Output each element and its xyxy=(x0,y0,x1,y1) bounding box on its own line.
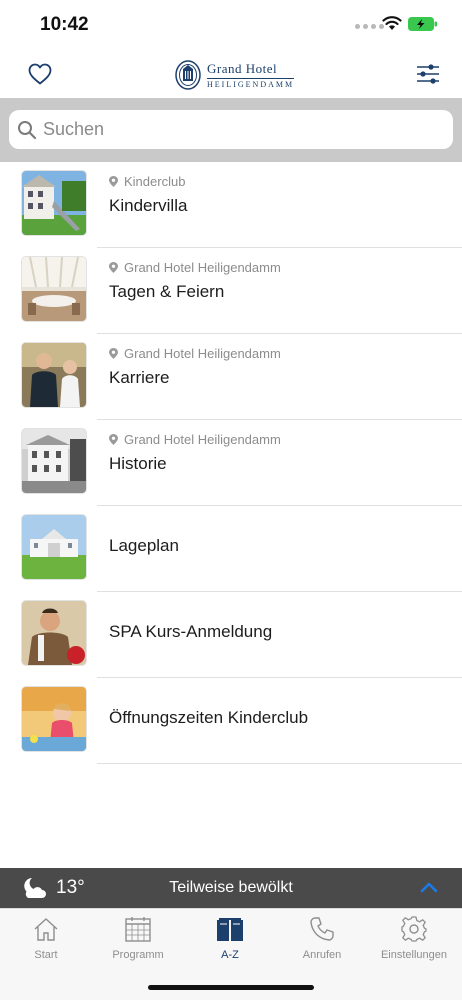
tab-start[interactable]: Start xyxy=(0,915,92,971)
tab-label: A-Z xyxy=(221,949,239,961)
heart-icon[interactable] xyxy=(27,62,53,86)
list-item-spa-kurs[interactable]: SPA Kurs-Anmeldung xyxy=(0,592,462,678)
home-icon xyxy=(34,918,58,941)
phone-icon xyxy=(310,917,334,941)
location-pin-icon xyxy=(109,348,118,359)
tab-label: Programm xyxy=(112,949,164,961)
signal-icon xyxy=(355,24,384,29)
status-bar: 10:42 xyxy=(0,0,462,50)
weather-description: Teilweise bewölkt xyxy=(169,879,293,896)
item-title: Öffnungszeiten Kinderclub xyxy=(109,708,309,727)
thumbnail-karriere xyxy=(22,343,86,407)
search-bar-container xyxy=(0,98,462,162)
app-header: Grand Hotel HEILIGENDAMM xyxy=(0,50,462,98)
item-location: Grand Hotel Heiligendamm xyxy=(109,432,281,447)
tab-einstellungen[interactable]: Einstellungen xyxy=(368,915,460,971)
thumbnail-oeffnungszeiten xyxy=(22,687,86,751)
status-time: 10:42 xyxy=(40,14,89,35)
thumbnail-historie xyxy=(22,429,86,493)
logo-title: Grand Hotel xyxy=(207,60,278,76)
search-icon xyxy=(18,120,37,139)
weather-bar[interactable]: 13° Teilweise bewölkt xyxy=(0,868,462,908)
tab-label: Einstellungen xyxy=(380,949,448,961)
item-title: Lageplan xyxy=(109,536,179,555)
list-item-lageplan[interactable]: Lageplan xyxy=(0,506,462,592)
list-item-kindervilla[interactable]: Kinderclub Kindervilla xyxy=(0,162,462,248)
item-location-label: Grand Hotel Heiligendamm xyxy=(124,346,281,361)
tab-label: Anrufen xyxy=(302,949,342,961)
search-input[interactable] xyxy=(43,119,423,140)
logo-subtitle: HEILIGENDAMM xyxy=(207,77,295,89)
calendar-icon xyxy=(125,917,151,942)
tab-programm[interactable]: Programm xyxy=(92,915,184,971)
thumbnail-tagen-feiern xyxy=(22,257,86,321)
location-pin-icon xyxy=(109,262,118,273)
list-item-oeffnungszeiten[interactable]: Öffnungszeiten Kinderclub xyxy=(0,678,462,764)
search-box[interactable] xyxy=(9,110,453,149)
battery-icon xyxy=(408,17,437,31)
divider xyxy=(97,763,462,764)
item-title: Tagen & Feiern xyxy=(109,282,225,301)
thumbnail-lageplan xyxy=(22,515,86,579)
book-icon xyxy=(217,918,243,941)
location-pin-icon xyxy=(109,176,118,187)
list-item-karriere[interactable]: Grand Hotel Heiligendamm Karriere xyxy=(0,334,462,420)
item-location-label: Kinderclub xyxy=(124,174,186,189)
item-title: Historie xyxy=(109,454,167,473)
location-pin-icon xyxy=(109,434,118,445)
hotel-crest-icon xyxy=(175,60,201,90)
tab-a-z[interactable]: A-Z xyxy=(184,915,276,971)
item-title: SPA Kurs-Anmeldung xyxy=(109,622,273,641)
item-location-label: Grand Hotel Heiligendamm xyxy=(124,432,281,447)
thumbnail-kindervilla xyxy=(22,171,86,235)
filter-icon[interactable] xyxy=(416,62,440,86)
item-title: Kindervilla xyxy=(109,196,188,215)
item-location: Grand Hotel Heiligendamm xyxy=(109,260,281,275)
tab-label: Start xyxy=(34,949,58,961)
thumbnail-spa-kurs xyxy=(22,601,86,665)
item-location: Kinderclub xyxy=(109,174,185,189)
home-indicator[interactable] xyxy=(148,985,314,990)
tab-anrufen[interactable]: Anrufen xyxy=(276,915,368,971)
wifi-icon xyxy=(382,16,402,30)
az-list: Kinderclub Kindervilla Grand Hotel Heili… xyxy=(0,162,462,764)
chevron-up-icon[interactable] xyxy=(420,880,438,894)
hotel-logo: Grand Hotel HEILIGENDAMM xyxy=(175,58,295,92)
gear-icon xyxy=(401,916,427,942)
item-location: Grand Hotel Heiligendamm xyxy=(109,346,281,361)
list-item-historie[interactable]: Grand Hotel Heiligendamm Historie xyxy=(0,420,462,506)
item-location-label: Grand Hotel Heiligendamm xyxy=(124,260,281,275)
list-item-tagen-feiern[interactable]: Grand Hotel Heiligendamm Tagen & Feiern xyxy=(0,248,462,334)
item-title: Karriere xyxy=(109,368,170,387)
